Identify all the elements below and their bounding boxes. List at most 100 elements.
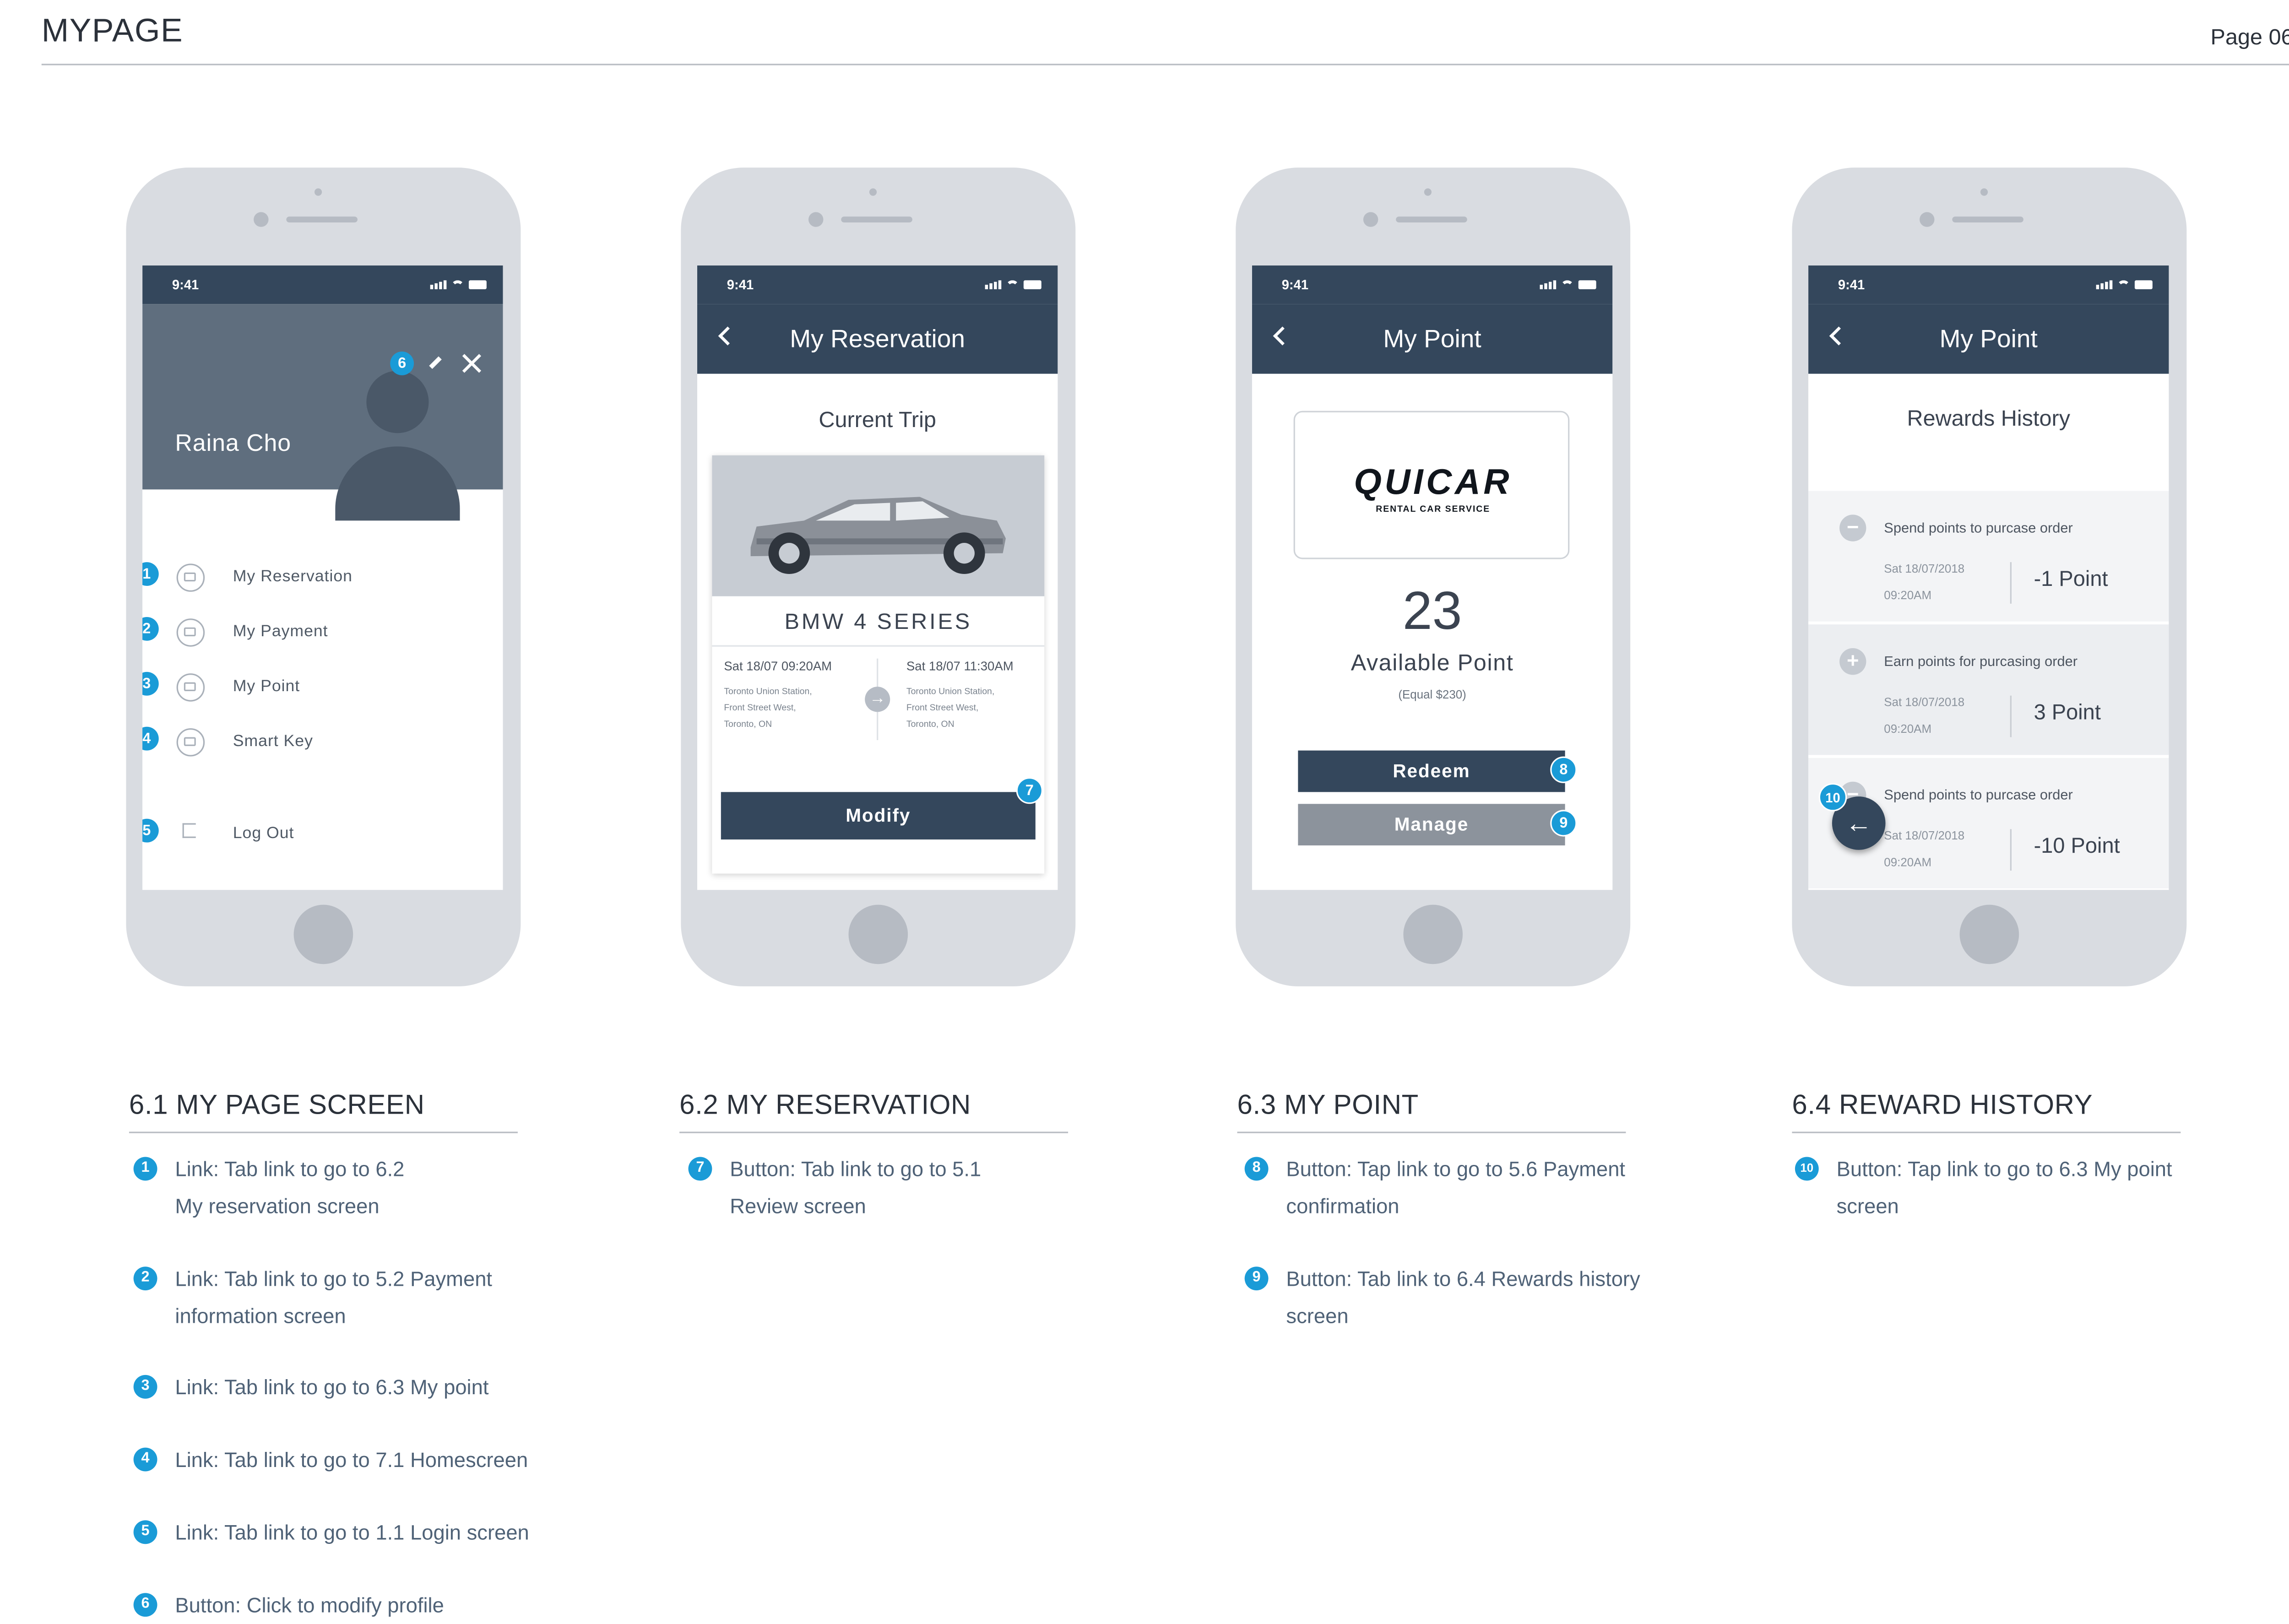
status-bar: 9:41 xyxy=(142,265,503,304)
home-button[interactable] xyxy=(293,904,353,964)
back-icon[interactable] xyxy=(718,326,738,346)
profile-name: Raina Cho xyxy=(175,431,292,457)
points-value: 23 xyxy=(1402,579,1462,641)
note-item: 7 Button: Tab link to go to 5.1 Review scr… xyxy=(688,1151,981,1225)
car-image xyxy=(712,455,1045,596)
phone-reservation: 9:41 My Reservation Current Trip BMW 4 S… xyxy=(681,168,1076,986)
annotation-badge: 9 xyxy=(1550,810,1577,837)
home-button[interactable] xyxy=(1959,904,2019,964)
note-item: 9 Button: Tab link to 6.4 Rewards history… xyxy=(1244,1261,1640,1335)
annotation-badge: 6 xyxy=(390,351,414,375)
dollar-icon xyxy=(176,673,205,702)
battery-icon xyxy=(2134,280,2153,289)
battery-icon xyxy=(1023,280,1041,289)
section-title: 6.3 MY POINT xyxy=(1237,1088,1419,1120)
phone-point: 9:41 My Point QUICAR RENTAL CAR SERVICE … xyxy=(1236,168,1631,986)
home-button[interactable] xyxy=(1403,904,1463,964)
note-item: 8 Button: Tap link to go to 5.6 Payment co… xyxy=(1244,1151,1625,1225)
return-time: Sat 18/07 11:30AM xyxy=(906,658,1014,674)
screen-title: My Reservation xyxy=(790,324,966,352)
points-equal: (Equal $230) xyxy=(1398,688,1466,702)
menu-item-point[interactable]: 3 My Point xyxy=(142,671,503,702)
phone-mypage: 9:41 Raina Cho 6 1 My Reservation 2 My P… xyxy=(126,168,521,986)
logout-icon xyxy=(182,823,196,838)
note-item: 10 Button: Tap link to go to 6.3 My point… xyxy=(1795,1151,2172,1225)
section-title: 6.2 MY RESERVATION xyxy=(679,1088,971,1120)
nav-bar: My Point xyxy=(1252,304,1613,374)
document-page: MYPAGE Page 06 9:41 Raina Cho 6 1 My Res… xyxy=(0,0,2289,1617)
battery-icon xyxy=(468,280,487,289)
note-item: 4 Link: Tab link to go to 7.1 Homescreen xyxy=(133,1442,528,1479)
nav-bar: My Reservation xyxy=(697,304,1058,374)
minus-icon: − xyxy=(1839,514,1866,541)
back-icon[interactable] xyxy=(1273,326,1292,346)
card-icon xyxy=(176,618,205,647)
profile-header: Raina Cho 6 xyxy=(142,304,503,521)
phone-rewards: 9:41 My Point Rewards History − Spend po… xyxy=(1792,168,2187,986)
status-bar: 9:41 xyxy=(1252,265,1613,304)
manage-button[interactable]: Manage xyxy=(1298,804,1565,846)
annotation-badge: 7 xyxy=(1016,777,1043,804)
section-label: Current Trip xyxy=(819,408,936,433)
car-illustration xyxy=(750,497,1006,574)
screen-title: My Point xyxy=(1939,324,2038,352)
menu-item-reservation[interactable]: 1 My Reservation xyxy=(142,562,503,592)
wifi-icon xyxy=(1005,280,1020,289)
note-item: 3 Link: Tab link to go to 6.3 My point xyxy=(133,1369,488,1406)
brand-card: QUICAR RENTAL CAR SERVICE xyxy=(1293,411,1570,559)
arrow-right-icon: → xyxy=(865,687,890,712)
battery-icon xyxy=(1578,280,1596,289)
status-bar: 9:41 xyxy=(1808,265,2169,304)
menu-item-logout[interactable]: 5 Log Out xyxy=(142,818,503,849)
section-title: 6.4 REWARD HISTORY xyxy=(1792,1088,2093,1120)
mypage-screen: 9:41 Raina Cho 6 1 My Reservation 2 My P… xyxy=(142,265,503,890)
history-row: − Spend points to purcase order Sat 18/0… xyxy=(1808,491,2169,622)
return-address: Toronto Union Station, Front Street West,… xyxy=(906,688,995,730)
status-bar: 9:41 xyxy=(697,265,1058,304)
pickup-address: Toronto Union Station, Front Street West,… xyxy=(724,688,812,730)
signal-icon xyxy=(430,280,447,289)
wifi-icon xyxy=(2117,280,2131,289)
points-label: Available Point xyxy=(1351,651,1514,677)
menu-item-smart-key[interactable]: 4 Smart Key xyxy=(142,726,503,757)
point-screen: 9:41 My Point QUICAR RENTAL CAR SERVICE … xyxy=(1252,265,1613,890)
section-label: Rewards History xyxy=(1907,406,2071,432)
annotation-badge: 8 xyxy=(1550,756,1577,783)
rewards-screen: 9:41 My Point Rewards History − Spend po… xyxy=(1808,265,2169,890)
redeem-button[interactable]: Redeem xyxy=(1298,750,1565,792)
car-icon xyxy=(176,563,205,592)
signal-icon xyxy=(2096,280,2113,289)
header-divider xyxy=(41,64,2289,65)
note-item: 6 Button: Click to modify profile xyxy=(133,1587,444,1624)
edit-profile-icon[interactable] xyxy=(429,356,442,369)
car-title: BMW 4 SERIES xyxy=(784,609,972,635)
wifi-icon xyxy=(451,280,465,289)
home-button[interactable] xyxy=(848,904,908,964)
brand-tagline: RENTAL CAR SERVICE xyxy=(1376,505,1491,515)
arrow-left-icon: ← xyxy=(1845,808,1872,838)
plus-icon: + xyxy=(1839,648,1866,675)
annotation-badge: 10 xyxy=(1818,783,1847,812)
section-title: 6.1 MY PAGE SCREEN xyxy=(129,1088,425,1120)
brand-logo: QUICAR xyxy=(1354,463,1513,503)
avatar xyxy=(366,371,429,433)
reservation-screen: 9:41 My Reservation Current Trip BMW 4 S… xyxy=(697,265,1058,890)
screen-title: My Point xyxy=(1383,324,1481,352)
signal-icon xyxy=(985,280,1002,289)
back-icon[interactable] xyxy=(1829,326,1849,346)
wifi-icon xyxy=(1560,280,1574,289)
close-icon[interactable] xyxy=(461,353,482,374)
page-title: MYPAGE xyxy=(41,11,184,49)
key-icon xyxy=(176,728,205,757)
note-item: 1 Link: Tab link to go to 6.2 My reservati… xyxy=(133,1151,404,1225)
trip-card[interactable]: BMW 4 SERIES Sat 18/07 09:20AM Toronto U… xyxy=(712,455,1045,874)
menu-item-payment[interactable]: 2 My Payment xyxy=(142,617,503,647)
history-row: + Earn points for purcasing order Sat 18… xyxy=(1808,624,2169,755)
modify-button[interactable]: Modify xyxy=(721,792,1036,840)
nav-bar: My Point xyxy=(1808,304,2169,374)
note-item: 5 Link: Tab link to go to 1.1 Login scree… xyxy=(133,1514,529,1551)
signal-icon xyxy=(1540,280,1557,289)
note-item: 2 Link: Tab link to go to 5.2 Payment info… xyxy=(133,1261,492,1335)
pickup-time: Sat 18/07 09:20AM xyxy=(724,658,832,674)
page-number: Page 06 xyxy=(2210,25,2289,51)
